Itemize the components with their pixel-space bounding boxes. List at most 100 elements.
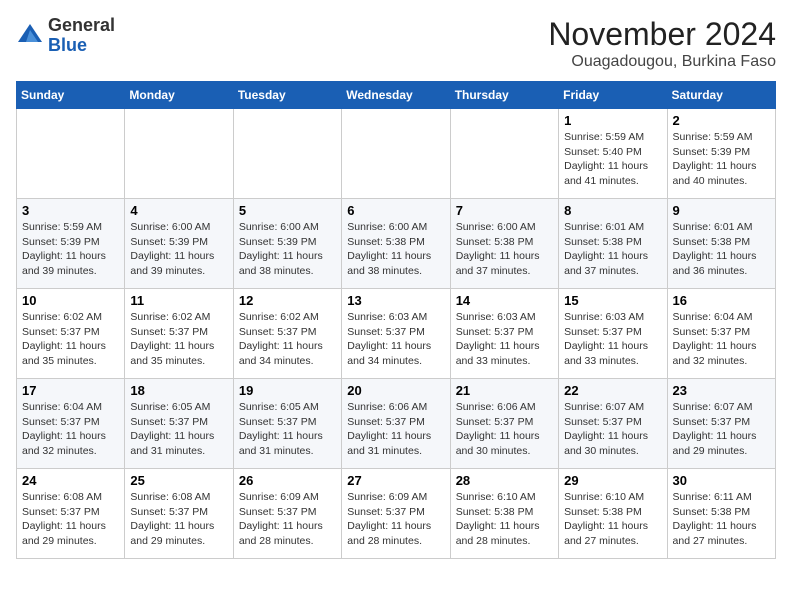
day-number: 17 [22,383,119,398]
day-number: 13 [347,293,444,308]
day-number: 19 [239,383,336,398]
calendar-cell [342,109,450,199]
day-number: 7 [456,203,553,218]
day-info: Sunrise: 6:02 AMSunset: 5:37 PMDaylight:… [22,310,119,369]
day-number: 22 [564,383,661,398]
calendar-cell: 26 Sunrise: 6:09 AMSunset: 5:37 PMDayligh… [233,469,341,559]
day-number: 4 [130,203,227,218]
calendar-cell [450,109,558,199]
day-info: Sunrise: 6:03 AMSunset: 5:37 PMDaylight:… [564,310,661,369]
day-info: Sunrise: 6:02 AMSunset: 5:37 PMDaylight:… [130,310,227,369]
day-info: Sunrise: 5:59 AMSunset: 5:40 PMDaylight:… [564,130,661,189]
day-info: Sunrise: 6:06 AMSunset: 5:37 PMDaylight:… [456,400,553,459]
day-number: 21 [456,383,553,398]
calendar-table: SundayMondayTuesdayWednesdayThursdayFrid… [16,81,776,559]
calendar-week-2: 3Sunrise: 5:59 AMSunset: 5:39 PMDaylight… [17,199,776,289]
calendar-week-3: 10 Sunrise: 6:02 AMSunset: 5:37 PMDayligh… [17,289,776,379]
day-number: 9 [673,203,770,218]
weekday-header-friday: Friday [559,82,667,109]
day-info: Sunrise: 6:04 AMSunset: 5:37 PMDaylight:… [22,400,119,459]
calendar-cell: 7 Sunrise: 6:00 AMSunset: 5:38 PMDaylight… [450,199,558,289]
day-number: 30 [673,473,770,488]
day-number: 8 [564,203,661,218]
day-info: Sunrise: 6:00 AMSunset: 5:39 PMDaylight:… [130,220,227,279]
calendar-body: 1Sunrise: 5:59 AMSunset: 5:40 PMDaylight… [17,109,776,559]
calendar-week-5: 24 Sunrise: 6:08 AMSunset: 5:37 PMDayligh… [17,469,776,559]
weekday-header-sunday: Sunday [17,82,125,109]
day-number: 28 [456,473,553,488]
day-number: 16 [673,293,770,308]
calendar-cell: 8 Sunrise: 6:01 AMSunset: 5:38 PMDaylight… [559,199,667,289]
day-info: Sunrise: 6:00 AMSunset: 5:38 PMDaylight:… [347,220,444,279]
weekday-header-monday: Monday [125,82,233,109]
page-header: General Blue November 2024 Ouagadougou, … [16,16,776,71]
day-number: 27 [347,473,444,488]
day-info: Sunrise: 6:09 AMSunset: 5:37 PMDaylight:… [347,490,444,549]
logo-text: General Blue [48,16,115,56]
calendar-cell: 16 Sunrise: 6:04 AMSunset: 5:37 PMDayligh… [667,289,775,379]
weekday-header-wednesday: Wednesday [342,82,450,109]
calendar-cell: 12Sunrise: 6:02 AMSunset: 5:37 PMDayligh… [233,289,341,379]
day-number: 25 [130,473,227,488]
day-number: 18 [130,383,227,398]
calendar-header: SundayMondayTuesdayWednesdayThursdayFrid… [17,82,776,109]
weekday-header-tuesday: Tuesday [233,82,341,109]
day-info: Sunrise: 6:00 AMSunset: 5:39 PMDaylight:… [239,220,336,279]
calendar-cell: 4 Sunrise: 6:00 AMSunset: 5:39 PMDaylight… [125,199,233,289]
calendar-week-1: 1Sunrise: 5:59 AMSunset: 5:40 PMDaylight… [17,109,776,199]
calendar-cell [125,109,233,199]
day-info: Sunrise: 6:08 AMSunset: 5:37 PMDaylight:… [130,490,227,549]
day-number: 2 [673,113,770,128]
calendar-cell: 19 Sunrise: 6:05 AMSunset: 5:37 PMDayligh… [233,379,341,469]
location: Ouagadougou, Burkina Faso [548,53,776,71]
day-info: Sunrise: 6:09 AMSunset: 5:37 PMDaylight:… [239,490,336,549]
day-info: Sunrise: 6:03 AMSunset: 5:37 PMDaylight:… [456,310,553,369]
month-title: November 2024 [548,16,776,53]
day-info: Sunrise: 6:10 AMSunset: 5:38 PMDaylight:… [564,490,661,549]
calendar-cell: 14 Sunrise: 6:03 AMSunset: 5:37 PMDayligh… [450,289,558,379]
day-number: 6 [347,203,444,218]
day-number: 24 [22,473,119,488]
logo-line2: Blue [48,36,115,56]
calendar-cell [17,109,125,199]
calendar-cell: 30 Sunrise: 6:11 AMSunset: 5:38 PMDayligh… [667,469,775,559]
day-info: Sunrise: 6:00 AMSunset: 5:38 PMDaylight:… [456,220,553,279]
calendar-cell: 20 Sunrise: 6:06 AMSunset: 5:37 PMDayligh… [342,379,450,469]
calendar-cell: 17 Sunrise: 6:04 AMSunset: 5:37 PMDayligh… [17,379,125,469]
calendar-cell: 15 Sunrise: 6:03 AMSunset: 5:37 PMDayligh… [559,289,667,379]
calendar-cell: 27 Sunrise: 6:09 AMSunset: 5:37 PMDayligh… [342,469,450,559]
day-info: Sunrise: 6:04 AMSunset: 5:37 PMDaylight:… [673,310,770,369]
calendar-week-4: 17 Sunrise: 6:04 AMSunset: 5:37 PMDayligh… [17,379,776,469]
day-info: Sunrise: 5:59 AMSunset: 5:39 PMDaylight:… [673,130,770,189]
logo-line1: General [48,16,115,36]
day-info: Sunrise: 5:59 AMSunset: 5:39 PMDaylight:… [22,220,119,279]
logo: General Blue [16,16,115,56]
day-number: 11 [130,293,227,308]
day-info: Sunrise: 6:05 AMSunset: 5:37 PMDaylight:… [130,400,227,459]
day-info: Sunrise: 6:01 AMSunset: 5:38 PMDaylight:… [564,220,661,279]
day-info: Sunrise: 6:11 AMSunset: 5:38 PMDaylight:… [673,490,770,549]
day-number: 20 [347,383,444,398]
day-number: 23 [673,383,770,398]
day-info: Sunrise: 6:06 AMSunset: 5:37 PMDaylight:… [347,400,444,459]
calendar-cell: 28 Sunrise: 6:10 AMSunset: 5:38 PMDayligh… [450,469,558,559]
calendar-cell: 11 Sunrise: 6:02 AMSunset: 5:37 PMDayligh… [125,289,233,379]
calendar-cell: 21 Sunrise: 6:06 AMSunset: 5:37 PMDayligh… [450,379,558,469]
day-number: 14 [456,293,553,308]
day-info: Sunrise: 6:02 AMSunset: 5:37 PMDaylight:… [239,310,336,369]
calendar-cell: 10 Sunrise: 6:02 AMSunset: 5:37 PMDayligh… [17,289,125,379]
day-number: 15 [564,293,661,308]
logo-icon [16,22,44,50]
day-number: 26 [239,473,336,488]
calendar-cell: 24Sunrise: 6:08 AMSunset: 5:37 PMDayligh… [17,469,125,559]
day-info: Sunrise: 6:05 AMSunset: 5:37 PMDaylight:… [239,400,336,459]
calendar-cell: 1Sunrise: 5:59 AMSunset: 5:40 PMDaylight… [559,109,667,199]
calendar-cell: 6 Sunrise: 6:00 AMSunset: 5:38 PMDaylight… [342,199,450,289]
day-info: Sunrise: 6:01 AMSunset: 5:38 PMDaylight:… [673,220,770,279]
weekday-header-thursday: Thursday [450,82,558,109]
day-number: 10 [22,293,119,308]
day-info: Sunrise: 6:07 AMSunset: 5:37 PMDaylight:… [564,400,661,459]
day-info: Sunrise: 6:10 AMSunset: 5:38 PMDaylight:… [456,490,553,549]
weekday-header-saturday: Saturday [667,82,775,109]
calendar-cell: 29Sunrise: 6:10 AMSunset: 5:38 PMDayligh… [559,469,667,559]
